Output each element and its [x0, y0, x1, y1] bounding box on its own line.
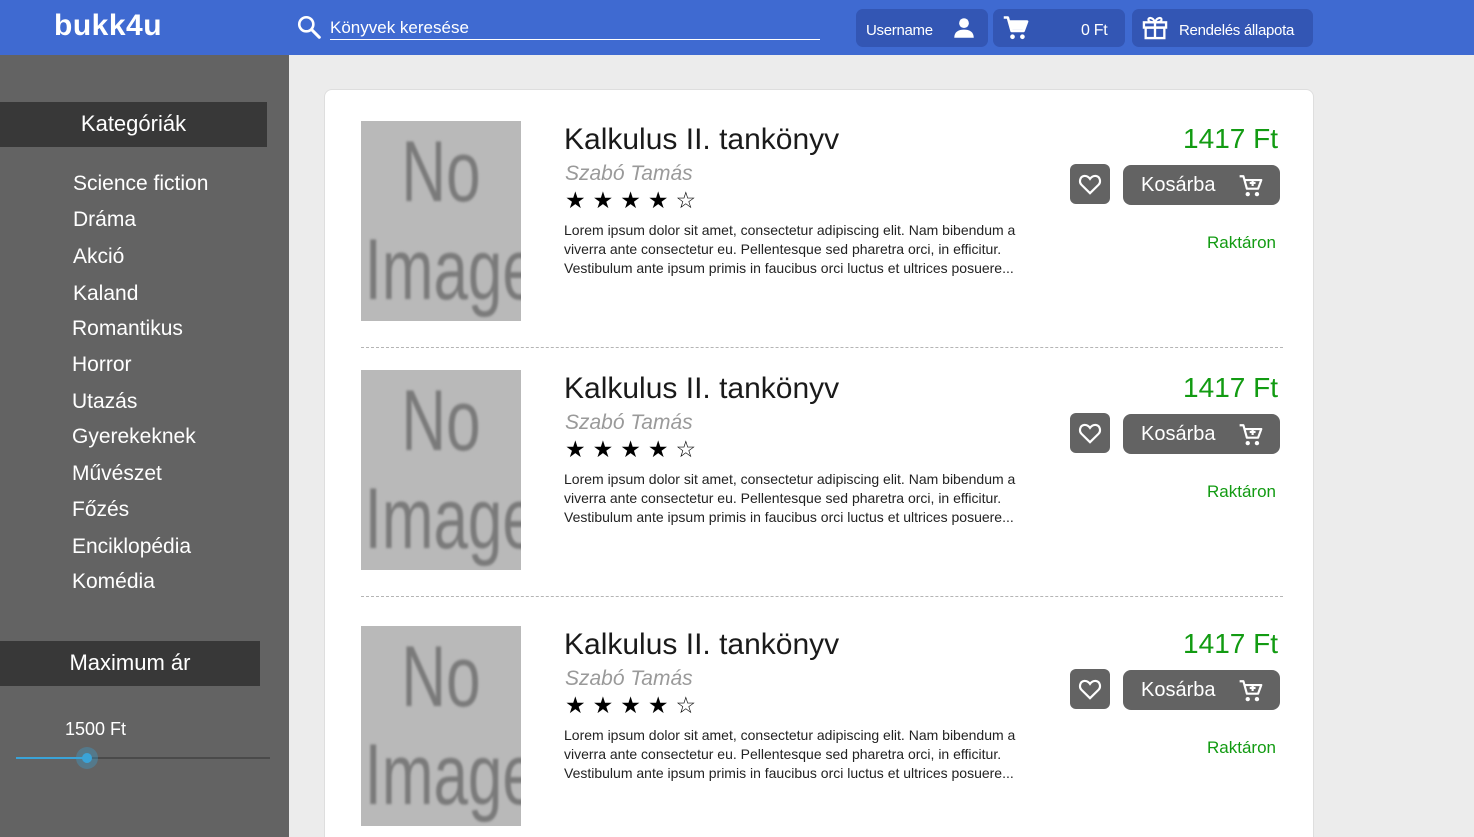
category-adventure[interactable]: Kaland	[73, 282, 138, 306]
product-title[interactable]: Kalkulus II. tankönyv	[564, 372, 839, 406]
product-list: No Image Kalkulus II. tankönyv Szabó Tam…	[324, 89, 1314, 837]
product-image-placeholder[interactable]: No Image	[361, 370, 521, 570]
category-art[interactable]: Művészet	[72, 462, 162, 486]
category-comedy[interactable]: Komédia	[72, 570, 155, 594]
user-icon	[954, 18, 974, 38]
no-image-text: No	[401, 124, 481, 220]
search-input[interactable]	[330, 16, 820, 40]
product-description: Lorem ipsum dolor sit amet, consectetur …	[564, 222, 1016, 277]
product-title[interactable]: Kalkulus II. tankönyv	[564, 123, 839, 157]
favorite-button[interactable]	[1070, 413, 1110, 453]
gift-icon	[1142, 16, 1168, 40]
cart-icon	[1003, 16, 1029, 40]
no-image-text: No	[401, 373, 481, 469]
heart-icon	[1078, 679, 1102, 700]
max-price-value: 1500 Ft	[65, 719, 127, 739]
category-cooking[interactable]: Főzés	[72, 498, 129, 522]
top-bar: bukk4u Username 0 Ft Rendelés álla	[0, 0, 1474, 55]
add-to-cart-label: Kosárba	[1141, 679, 1216, 701]
add-to-cart-icon	[1239, 175, 1263, 197]
product-title[interactable]: Kalkulus II. tankönyv	[564, 628, 839, 662]
cart-total: 0 Ft	[1081, 22, 1108, 39]
favorite-button[interactable]	[1070, 164, 1110, 204]
product-item: No Image Kalkulus II. tankönyv Szabó Tam…	[325, 90, 1315, 330]
product-author: Szabó Tamás	[565, 411, 693, 434]
category-action[interactable]: Akció	[73, 245, 124, 269]
category-horror[interactable]: Horror	[72, 353, 132, 377]
category-travel[interactable]: Utazás	[72, 390, 137, 414]
category-children[interactable]: Gyerekeknek	[72, 425, 196, 449]
add-to-cart-label: Kosárba	[1141, 423, 1216, 445]
sidebar: Kategóriák Science fiction Dráma Akció K…	[0, 55, 289, 837]
product-author: Szabó Tamás	[565, 667, 693, 690]
no-image-text: Image	[364, 222, 521, 318]
product-author: Szabó Tamás	[565, 162, 693, 185]
heart-icon	[1078, 423, 1102, 444]
order-status-label: Rendelés állapota	[1179, 22, 1294, 39]
rating-stars: ★★★★☆	[565, 436, 704, 462]
search-icon[interactable]	[296, 14, 322, 40]
rating-stars: ★★★★☆	[565, 187, 704, 213]
product-price: 1417 Ft	[1183, 123, 1278, 154]
favorite-button[interactable]	[1070, 669, 1110, 709]
category-science-fiction[interactable]: Science fiction	[73, 172, 208, 196]
max-price-title: Maximum ár	[0, 641, 260, 686]
categories-title: Kategóriák	[0, 102, 267, 147]
cart-button[interactable]: 0 Ft	[993, 9, 1125, 47]
add-to-cart-icon	[1239, 424, 1263, 446]
category-encyclopedia[interactable]: Enciklopédia	[72, 535, 191, 559]
stock-status: Raktáron	[1207, 482, 1276, 501]
category-romance[interactable]: Romantikus	[72, 317, 183, 341]
username-label: Username	[866, 22, 933, 39]
heart-icon	[1078, 174, 1102, 195]
product-description: Lorem ipsum dolor sit amet, consectetur …	[564, 727, 1016, 782]
logo[interactable]: bukk4u	[54, 9, 162, 43]
stock-status: Raktáron	[1207, 738, 1276, 757]
product-price: 1417 Ft	[1183, 372, 1278, 403]
no-image-text: Image	[364, 727, 521, 823]
add-to-cart-button[interactable]: Kosárba	[1123, 165, 1280, 205]
no-image-text: No	[401, 629, 481, 725]
add-to-cart-label: Kosárba	[1141, 174, 1216, 196]
add-to-cart-icon	[1239, 680, 1263, 702]
product-image-placeholder[interactable]: No Image	[361, 121, 521, 321]
add-to-cart-button[interactable]: Kosárba	[1123, 670, 1280, 710]
no-image-text: Image	[364, 471, 521, 567]
product-price: 1417 Ft	[1183, 628, 1278, 659]
search-bar	[296, 14, 821, 42]
product-item: No Image Kalkulus II. tankönyv Szabó Tam…	[325, 595, 1315, 835]
user-button[interactable]: Username	[856, 9, 988, 47]
product-image-placeholder[interactable]: No Image	[361, 626, 521, 826]
product-item: No Image Kalkulus II. tankönyv Szabó Tam…	[325, 339, 1315, 579]
rating-stars: ★★★★☆	[565, 692, 704, 718]
order-status-button[interactable]: Rendelés állapota	[1132, 9, 1313, 47]
add-to-cart-button[interactable]: Kosárba	[1123, 414, 1280, 454]
category-drama[interactable]: Dráma	[73, 208, 136, 232]
stock-status: Raktáron	[1207, 233, 1276, 252]
product-description: Lorem ipsum dolor sit amet, consectetur …	[564, 471, 1016, 526]
